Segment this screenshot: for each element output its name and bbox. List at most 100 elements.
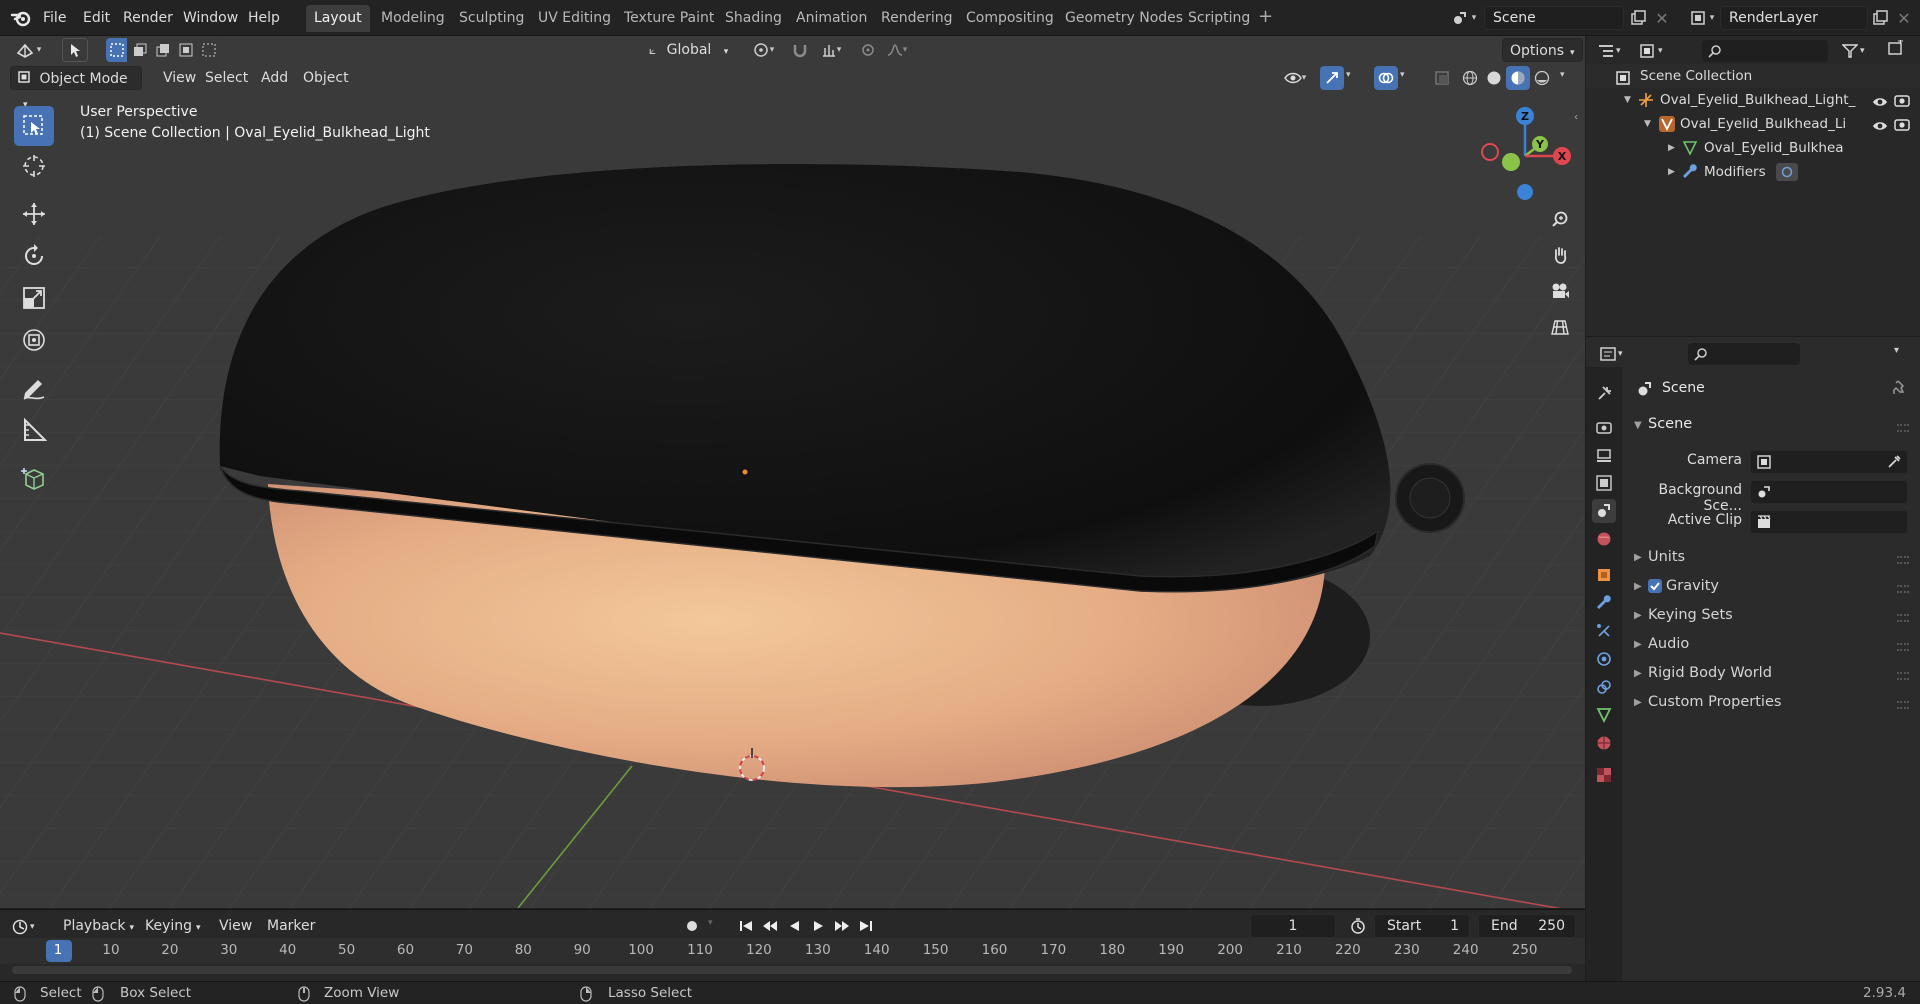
gravity-checkbox[interactable] xyxy=(1648,579,1662,593)
modifier-tab-icon[interactable] xyxy=(1592,591,1616,615)
background-scene-field[interactable] xyxy=(1750,480,1908,504)
timeline-playback-menu[interactable]: Playback ▾ xyxy=(56,914,141,938)
render-tab-icon[interactable] xyxy=(1592,415,1616,439)
timeline-marker-menu[interactable]: Marker xyxy=(260,914,322,938)
outliner-editor-type-button[interactable]: ▾ xyxy=(1598,40,1632,62)
cursor-tool[interactable] xyxy=(14,146,54,186)
drag-handle-icon[interactable] xyxy=(1897,424,1909,432)
filter-icon[interactable]: ▾ xyxy=(1842,40,1880,62)
drag-handle-icon[interactable] xyxy=(1897,643,1909,651)
gizmo-toggle-icon[interactable] xyxy=(1320,66,1344,90)
next-keyframe-icon[interactable] xyxy=(830,914,854,938)
display-mode-icon[interactable]: ▾ xyxy=(1640,40,1674,62)
gizmo-dropdown-icon[interactable]: ▾ xyxy=(1346,70,1351,80)
current-frame-field[interactable]: 1 xyxy=(1250,914,1336,938)
timeline-keying-menu[interactable]: Keying ▾ xyxy=(138,914,208,938)
outliner-row-empty[interactable]: ▼ Oval_Eyelid_Bulkhead_Light_ xyxy=(1586,88,1920,112)
solid-shading-icon[interactable] xyxy=(1482,66,1506,90)
output-tab-icon[interactable] xyxy=(1592,443,1616,467)
select-tool-mode-icon[interactable] xyxy=(62,38,88,62)
rendered-shading-icon[interactable] xyxy=(1530,66,1554,90)
expand-arrow-icon[interactable]: ▼ xyxy=(1624,88,1631,112)
tab-shading[interactable]: Shading xyxy=(717,5,790,32)
viewport-menu-object[interactable]: Object xyxy=(296,66,356,90)
view-layer-field[interactable]: RenderLayer xyxy=(1720,6,1868,30)
start-frame-field[interactable]: Start 1 xyxy=(1374,914,1470,938)
select-invert-icon[interactable] xyxy=(175,38,197,62)
measure-tool[interactable] xyxy=(14,410,54,450)
tab-animation[interactable]: Animation xyxy=(788,5,875,32)
tool-tab-icon[interactable] xyxy=(1592,381,1616,405)
tab-texture-paint[interactable]: Texture Paint xyxy=(616,5,722,32)
new-scene-icon[interactable] xyxy=(1626,6,1650,30)
keying-dropdown-icon[interactable]: ▾ xyxy=(708,918,713,928)
outliner-row-modifiers[interactable]: ▶ Modifiers xyxy=(1586,160,1920,184)
tab-sculpting[interactable]: Sculpting xyxy=(451,5,532,32)
viewport-menu-select[interactable]: Select xyxy=(198,66,255,90)
camera-view-icon[interactable] xyxy=(1545,276,1575,306)
eyedropper-icon[interactable] xyxy=(1887,455,1901,469)
proportional-editing-icon[interactable] xyxy=(856,38,880,62)
tab-rendering[interactable]: Rendering xyxy=(873,5,961,32)
move-tool[interactable] xyxy=(14,194,54,234)
navigation-gizmo[interactable]: Z Y X xyxy=(1470,104,1580,204)
active-clip-field[interactable] xyxy=(1750,510,1908,534)
shading-dropdown-icon[interactable]: ▾ xyxy=(1560,70,1565,80)
custom-properties-panel-header[interactable]: ▶ Custom Properties xyxy=(1626,689,1920,717)
select-extend-icon[interactable] xyxy=(129,38,151,62)
texture-tab-icon[interactable] xyxy=(1592,763,1616,787)
drag-handle-icon[interactable] xyxy=(1897,701,1909,709)
pivot-point-icon[interactable]: ▾ xyxy=(746,38,780,62)
data-tab-icon[interactable] xyxy=(1592,703,1616,727)
proportional-falloff-icon[interactable]: ▾ xyxy=(880,38,914,62)
select-box-tool[interactable] xyxy=(14,106,54,146)
preview-range-icon[interactable] xyxy=(1346,914,1370,938)
scene-panel-header[interactable]: ▼ Scene xyxy=(1626,412,1920,440)
drag-handle-icon[interactable] xyxy=(1897,585,1909,593)
overlays-dropdown-icon[interactable]: ▾ xyxy=(1400,70,1405,80)
select-new-icon[interactable] xyxy=(106,38,128,62)
tab-geometry-nodes[interactable]: Geometry Nodes xyxy=(1057,5,1191,32)
menu-edit[interactable]: Edit xyxy=(78,7,115,29)
prev-keyframe-icon[interactable] xyxy=(758,914,782,938)
delete-view-layer-icon[interactable]: ✕ xyxy=(1892,6,1916,30)
drag-handle-icon[interactable] xyxy=(1897,614,1909,622)
end-frame-field[interactable]: End 250 xyxy=(1478,914,1576,938)
viewport-menu-view[interactable]: View xyxy=(156,66,203,90)
outliner-row-object[interactable]: ▼ Oval_Eyelid_Bulkhead_Li xyxy=(1586,112,1920,136)
new-view-layer-icon[interactable] xyxy=(1868,6,1892,30)
select-subtract-icon[interactable] xyxy=(152,38,174,62)
expand-arrow-icon[interactable]: ▶ xyxy=(1668,160,1675,184)
delete-scene-icon[interactable]: ✕ xyxy=(1650,6,1674,30)
outliner-search-field[interactable] xyxy=(1702,40,1828,62)
timeline-view-menu[interactable]: View xyxy=(212,914,259,938)
add-cube-tool[interactable] xyxy=(14,458,54,498)
tab-compositing[interactable]: Compositing xyxy=(958,5,1062,32)
scene-selector-icon[interactable]: ▾ xyxy=(1446,6,1482,30)
new-collection-icon[interactable] xyxy=(1888,39,1910,62)
pin-icon[interactable] xyxy=(1892,380,1908,400)
tab-modeling[interactable]: Modeling xyxy=(373,5,453,32)
scene-tab-icon[interactable] xyxy=(1592,499,1616,523)
tab-scripting[interactable]: Scripting xyxy=(1180,5,1258,32)
menu-file[interactable]: File xyxy=(38,7,71,29)
transform-orientation-dropdown[interactable]: ⟀ Global ▾ xyxy=(642,38,738,62)
material-preview-shading-icon[interactable] xyxy=(1506,66,1530,90)
rotate-tool[interactable] xyxy=(14,236,54,276)
drag-handle-icon[interactable] xyxy=(1897,672,1909,680)
timeline-scrollbar[interactable] xyxy=(12,966,1572,974)
sidebar-toggle-icon[interactable]: ‹ xyxy=(1574,112,1578,123)
play-reverse-icon[interactable] xyxy=(782,914,806,938)
expand-arrow-icon[interactable]: ▼ xyxy=(1644,112,1651,136)
perspective-toggle-icon[interactable] xyxy=(1545,312,1575,342)
menu-help[interactable]: Help xyxy=(243,7,285,29)
visibility-selectability-icon[interactable]: ▾ xyxy=(1278,66,1312,90)
options-dropdown[interactable]: Options ▾ xyxy=(1502,38,1583,62)
auto-keying-record-icon[interactable] xyxy=(680,914,704,938)
xray-toggle-icon[interactable] xyxy=(1430,66,1454,90)
add-workspace-icon[interactable]: + xyxy=(1258,6,1273,27)
viewport-menu-add[interactable]: Add xyxy=(254,66,295,90)
properties-editor-type-button[interactable]: ▾ xyxy=(1600,343,1634,365)
keying-sets-panel-header[interactable]: ▶ Keying Sets xyxy=(1626,602,1920,630)
blender-logo-icon[interactable] xyxy=(10,8,32,28)
